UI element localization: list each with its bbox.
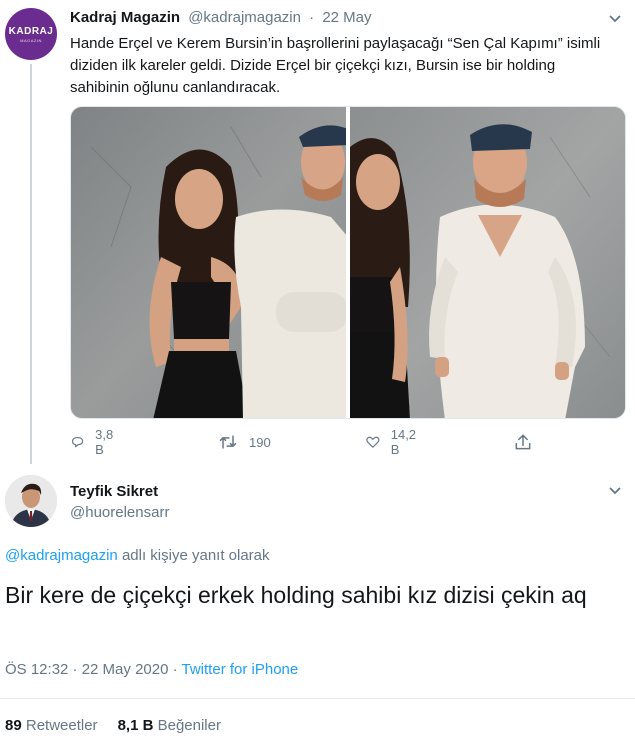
reply-context-label: adlı kişiye yanıt olarak xyxy=(117,547,270,564)
photo-left[interactable] xyxy=(71,107,346,418)
tweet1-date[interactable]: 22 May xyxy=(322,9,371,26)
tweet2-meta: ÖS 12:32 · 22 May 2020 · Twitter for iPh… xyxy=(5,660,298,680)
likes-count: 8,1 B xyxy=(117,717,154,734)
tweet1-author-handle[interactable]: @kadrajmagazin xyxy=(188,9,301,26)
tweet1-author-name[interactable]: Kadraj Magazin xyxy=(70,9,180,26)
retweets-count: 89 xyxy=(5,717,22,734)
reply-context: @kadrajmagazin adlı kişiye yanıt olarak xyxy=(5,546,270,566)
retweets-stat[interactable]: 89 Retweetler xyxy=(5,717,98,734)
thread-line xyxy=(30,64,32,464)
tweet2-author-handle[interactable]: @huorelensarr xyxy=(70,503,169,523)
reply-button[interactable]: 3,8 B xyxy=(70,427,118,457)
avatar-image xyxy=(5,475,57,527)
avatar-logo-text: KADRAJ xyxy=(8,25,54,37)
avatar-logo-subtext: MAGAZIN xyxy=(20,37,42,43)
retweet-count: 190 xyxy=(249,434,271,450)
retweet-button[interactable]: 190 xyxy=(217,430,271,454)
share-icon xyxy=(515,434,531,450)
chevron-down-icon[interactable] xyxy=(608,486,622,496)
kadraj-avatar[interactable]: KADRAJ MAGAZIN xyxy=(5,8,57,60)
teyfik-avatar[interactable] xyxy=(5,475,57,527)
tweet2-source-link[interactable]: Twitter for iPhone xyxy=(182,661,299,678)
tweet1-media[interactable] xyxy=(70,106,626,419)
reply-mention-link[interactable]: @kadrajmagazin xyxy=(5,547,118,564)
photo-divider xyxy=(346,107,348,418)
tweet2-author-name[interactable]: Teyfik Sikret xyxy=(70,482,158,502)
photo-right[interactable] xyxy=(349,107,625,418)
photo-left-image xyxy=(71,107,346,418)
likes-label: Beğeniler xyxy=(157,717,221,734)
tweet2-timestamp[interactable]: ÖS 12:32 · 22 May 2020 · xyxy=(5,661,178,678)
tweet2-text: Bir kere de çiçekçi erkek holding sahibi… xyxy=(5,582,587,608)
heart-icon xyxy=(366,436,380,448)
likes-stat[interactable]: 8,1 B Beğeniler xyxy=(118,717,221,734)
share-button[interactable] xyxy=(513,430,533,454)
retweets-label: Retweetler xyxy=(25,717,98,734)
photo-right-image xyxy=(349,107,625,418)
tweet2-stats: 89 Retweetler 8,1 B Beğeniler xyxy=(5,716,221,736)
reply-icon xyxy=(71,437,84,448)
chevron-down-icon[interactable] xyxy=(608,14,622,24)
reply-count: 3,8 B xyxy=(95,427,114,457)
like-count: 14,2 B xyxy=(390,427,417,457)
tweet1-header: Kadraj Magazin @kadrajmagazin · 22 May xyxy=(70,8,372,28)
like-button[interactable]: 14,2 B xyxy=(365,427,420,457)
divider xyxy=(0,698,635,699)
retweet-icon xyxy=(219,435,237,449)
tweet1-text: Hande Erçel ve Kerem Bursin’in başroller… xyxy=(70,35,601,96)
tweet1-separator: · xyxy=(309,9,315,26)
